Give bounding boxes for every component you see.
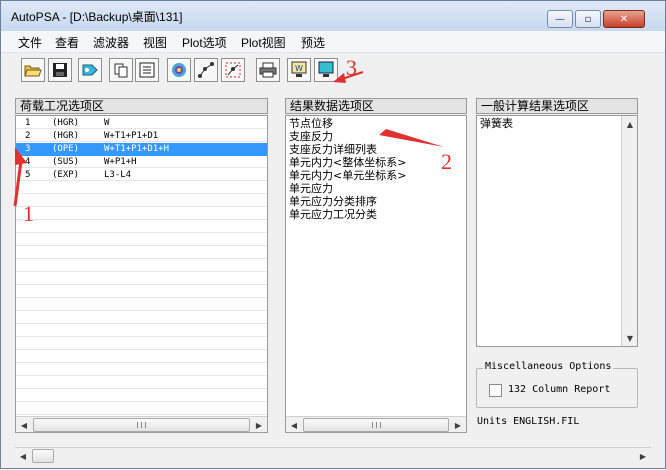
annotation-overlay [13,71,444,207]
annotation-arrowhead-1 [15,147,27,165]
annotation-arrow-1 [13,160,23,207]
app-window: AutoPSA - [D:\Backup\桌面\131] — ▫ ✕ 文件 查看… [0,0,666,469]
annotation-label-2: 2 [441,149,452,174]
annotation-arrow-2 [379,129,444,147]
annotation-arrowhead-3 [333,73,346,83]
annotation-label-1: 1 [23,201,34,226]
annotation-label-3: 3 [346,55,357,80]
